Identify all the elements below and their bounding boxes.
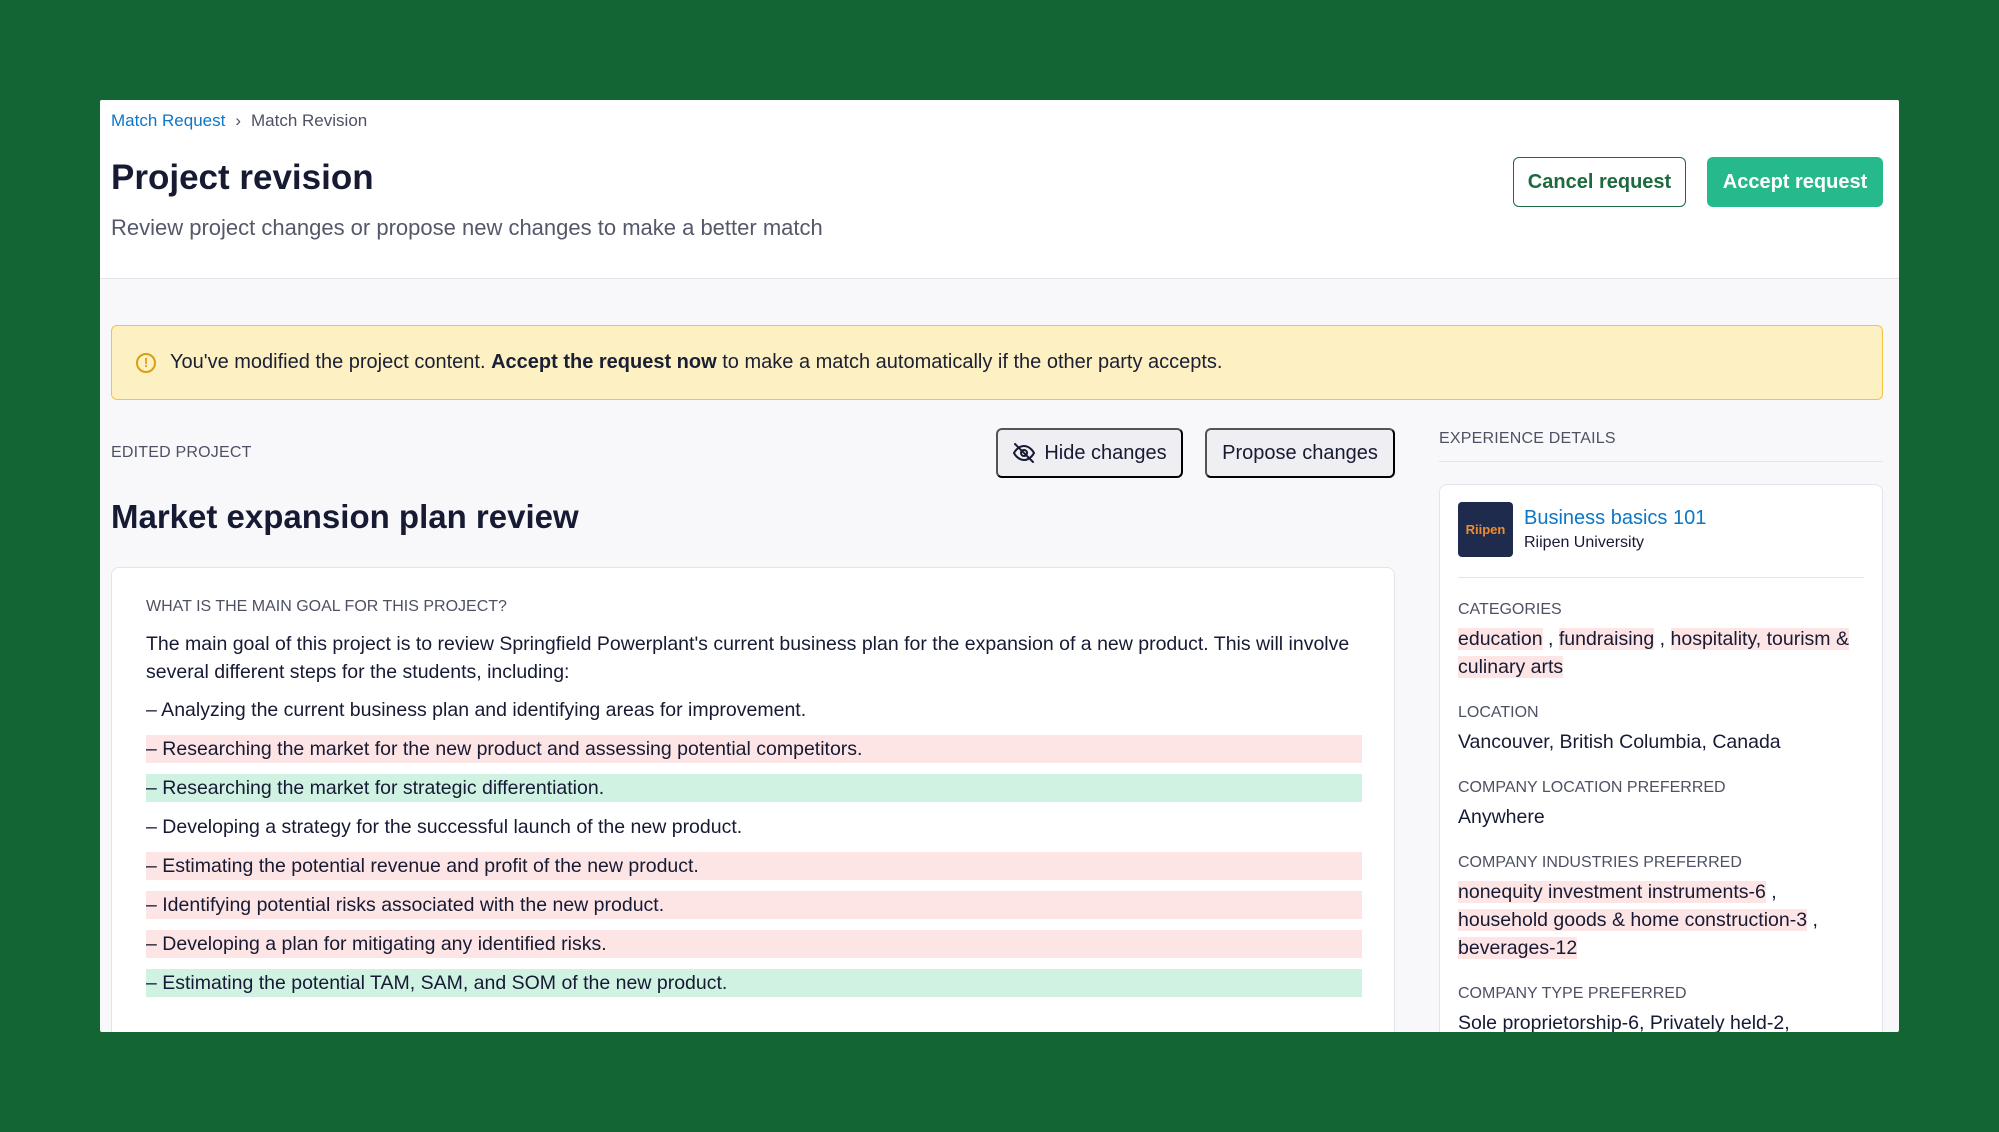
- accept-request-button[interactable]: Accept request: [1707, 157, 1883, 207]
- propose-changes-button[interactable]: Propose changes: [1205, 428, 1395, 478]
- info-icon: !: [136, 352, 156, 373]
- industries-label: COMPANY INDUSTRIES PREFERRED: [1458, 854, 1742, 871]
- breadcrumb: Match Request › Match Revision: [111, 111, 367, 131]
- project-title: Market expansion plan review: [111, 498, 579, 535]
- divider: [1439, 461, 1883, 462]
- goal-line: – Developing a strategy for the successf…: [146, 816, 743, 838]
- removed-line: – Identifying potential risks associated…: [146, 891, 1362, 919]
- company-location-value: Anywhere: [1458, 806, 1545, 828]
- alert-text-bold: Accept the request now: [491, 351, 717, 373]
- company-type-value: Sole proprietorship-6, Privately held-2,: [1458, 1012, 1790, 1032]
- hide-changes-button[interactable]: Hide changes: [996, 428, 1183, 478]
- breadcrumb-current: Match Revision: [251, 111, 368, 130]
- goal-question: WHAT IS THE MAIN GOAL FOR THIS PROJECT?: [146, 598, 507, 615]
- location-value: Vancouver, British Columbia, Canada: [1458, 731, 1781, 753]
- edited-project-label: EDITED PROJECT: [111, 444, 252, 461]
- alert-text: You've modified the project content. Acc…: [170, 351, 1222, 374]
- added-line: – Researching the market for strategic d…: [146, 774, 1362, 802]
- chevron-right-icon: ›: [235, 111, 242, 130]
- app-window: Match Request › Match Revision Project r…: [100, 100, 1899, 1032]
- industries-value: nonequity investment instruments-6 , hous…: [1458, 881, 1818, 959]
- page-subtitle: Review project changes or propose new ch…: [111, 215, 823, 240]
- category-tag: fundraising: [1558, 628, 1655, 650]
- company-type-label: COMPANY TYPE PREFERRED: [1458, 985, 1687, 1002]
- cancel-request-button[interactable]: Cancel request: [1513, 157, 1686, 207]
- category-tag: education: [1458, 628, 1543, 650]
- company-location-label: COMPANY LOCATION PREFERRED: [1458, 779, 1726, 796]
- industry-tag: nonequity investment instruments-6: [1458, 881, 1766, 903]
- alert-text-before: You've modified the project content.: [170, 351, 492, 373]
- removed-line: – Developing a plan for mitigating any i…: [146, 930, 1362, 958]
- goal-card: WHAT IS THE MAIN GOAL FOR THIS PROJECT? …: [111, 567, 1395, 1032]
- riipen-logo: Riipen: [1458, 502, 1513, 557]
- org-name: Riipen University: [1524, 534, 1645, 551]
- breadcrumb-match-request-link[interactable]: Match Request: [111, 111, 225, 131]
- goal-intro: The main goal of this project is to revi…: [146, 633, 1350, 683]
- goal-line: – Analyzing the current business plan an…: [146, 699, 807, 721]
- location-label: LOCATION: [1458, 704, 1539, 721]
- industry-tag: household goods & home construction-3: [1458, 909, 1808, 931]
- goal-lines: – Analyzing the current business plan an…: [146, 696, 1362, 997]
- modified-alert: ! You've modified the project content. A…: [111, 325, 1883, 400]
- categories-label: CATEGORIES: [1458, 601, 1562, 618]
- course-name-link[interactable]: Business basics 101: [1524, 507, 1706, 530]
- alert-text-after: to make a match automatically if the oth…: [716, 351, 1223, 373]
- industry-tag: beverages-12: [1458, 937, 1578, 959]
- experience-details-label: EXPERIENCE DETAILS: [1439, 430, 1616, 447]
- removed-line: – Researching the market for the new pro…: [146, 735, 1362, 763]
- eye-off-icon: [1013, 443, 1036, 463]
- page-title: Project revision: [111, 158, 374, 197]
- added-line: – Estimating the potential TAM, SAM, and…: [146, 969, 1362, 997]
- removed-line: – Estimating the potential revenue and p…: [146, 852, 1362, 880]
- experience-card: Riipen Business basics 101 Riipen Univer…: [1439, 484, 1883, 1032]
- experience-header: Riipen Business basics 101 Riipen Univer…: [1458, 502, 1864, 578]
- page-header: Match Request › Match Revision Project r…: [100, 100, 1899, 279]
- categories-value: education , fundraising , hospitality, t…: [1458, 628, 1849, 678]
- hide-changes-label: Hide changes: [1044, 441, 1167, 464]
